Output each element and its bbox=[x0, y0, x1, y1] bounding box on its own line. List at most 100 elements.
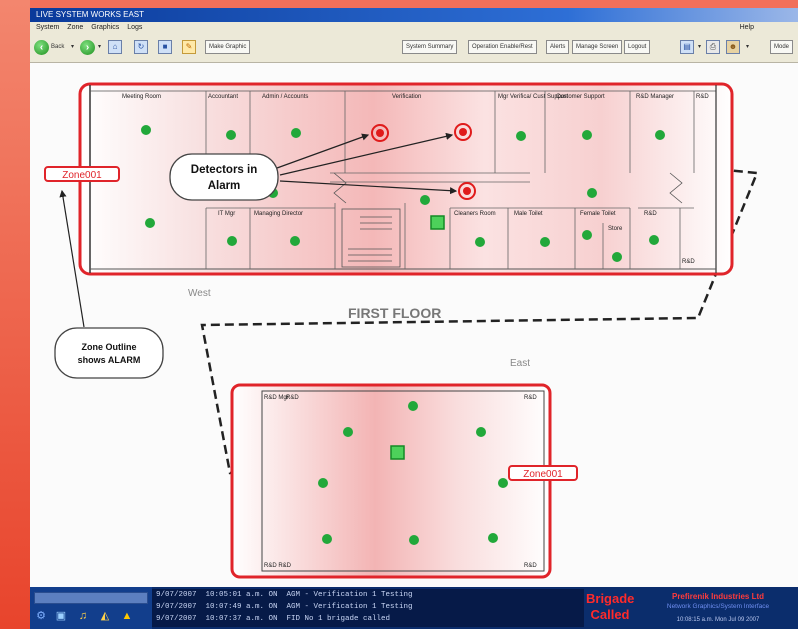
detector-icon[interactable] bbox=[322, 534, 332, 544]
room-label: R&D bbox=[644, 211, 657, 217]
room-label: R&D bbox=[524, 395, 537, 401]
menu-graphics[interactable]: Graphics bbox=[91, 22, 119, 34]
room-label: Female Toilet bbox=[580, 211, 616, 217]
detector-icon[interactable] bbox=[145, 218, 155, 228]
manual-call-point-icon[interactable] bbox=[390, 445, 405, 460]
detector-icon[interactable] bbox=[318, 478, 328, 488]
make-graphic-button[interactable]: Make Graphic bbox=[205, 40, 251, 54]
detector-icon[interactable] bbox=[343, 427, 353, 437]
detector-icon[interactable] bbox=[420, 195, 430, 205]
detector-icon[interactable] bbox=[226, 130, 236, 140]
alarm-bell-icon[interactable]: ♫ bbox=[76, 609, 90, 623]
manage-screen-button[interactable]: Manage Screen bbox=[572, 40, 623, 54]
system-subtitle: Network Graphics/System Interface bbox=[666, 603, 770, 610]
room-label: Verification bbox=[392, 94, 421, 100]
brigade-status: Brigade Called bbox=[586, 591, 634, 623]
room-label: Managing Director bbox=[254, 211, 303, 217]
room-label: R&D bbox=[524, 563, 537, 569]
east-label: East bbox=[510, 358, 530, 369]
detector-icon[interactable] bbox=[655, 130, 665, 140]
system-summary-button[interactable]: System Summary bbox=[402, 40, 458, 54]
refresh-icon[interactable]: ↻ bbox=[134, 40, 148, 54]
event-log: 9/07/2007 10:05:01 a.m. ON AGM - Verific… bbox=[152, 589, 584, 627]
room-label: Meeting Room bbox=[122, 94, 161, 100]
room-label: R&D bbox=[286, 395, 299, 401]
room-label: R&D Mgr bbox=[264, 395, 289, 401]
west-label: West bbox=[188, 288, 211, 299]
zone-label-text: Zone001 bbox=[523, 469, 563, 480]
room-label: Admin / Accounts bbox=[262, 94, 308, 100]
room-label: Customer Support bbox=[556, 94, 605, 100]
status-controls: ⚙ ▣ ♫ ◭ ▲ bbox=[30, 587, 152, 629]
menu-bar: System Zone Graphics Logs Help bbox=[30, 22, 798, 34]
detector-icon[interactable] bbox=[290, 236, 300, 246]
detector-icon[interactable] bbox=[291, 128, 301, 138]
room-label: Male Toilet bbox=[514, 211, 543, 217]
detector-icon[interactable] bbox=[475, 237, 485, 247]
room-label: IT Mgr bbox=[218, 211, 235, 217]
zone-outline-callout bbox=[54, 327, 164, 379]
room-label: Accountant bbox=[208, 94, 238, 100]
callout-text: Detectors in bbox=[191, 164, 257, 176]
forward-arrow-icon[interactable]: › bbox=[80, 40, 95, 55]
detector-icon[interactable] bbox=[582, 130, 592, 140]
detector-icon[interactable] bbox=[612, 252, 622, 262]
log-line[interactable]: 9/07/2007 10:05:01 a.m. ON AGM - Verific… bbox=[152, 589, 584, 601]
callout-text: shows ALARM bbox=[78, 355, 141, 365]
page-icon[interactable]: ▤ bbox=[680, 40, 694, 54]
logout-button[interactable]: Logout bbox=[624, 40, 651, 54]
back-arrow-icon[interactable]: ‹ bbox=[34, 40, 49, 55]
detector-icon[interactable] bbox=[227, 236, 237, 246]
detector-icon[interactable] bbox=[141, 125, 151, 135]
menu-zone[interactable]: Zone bbox=[67, 22, 83, 34]
forward-dropdown-icon[interactable]: ▾ bbox=[98, 40, 101, 54]
settings-icon[interactable]: ⚙ bbox=[34, 609, 48, 623]
callout-text: Alarm bbox=[208, 180, 241, 192]
page-dropdown-icon[interactable]: ▾ bbox=[698, 40, 701, 54]
mode-button[interactable]: Mode bbox=[770, 40, 794, 54]
print-icon[interactable]: ⎙ bbox=[706, 40, 720, 54]
back-label[interactable]: Back bbox=[51, 40, 64, 54]
users-dropdown-icon[interactable]: ▾ bbox=[746, 40, 749, 54]
menu-system[interactable]: System bbox=[36, 22, 59, 34]
menu-logs[interactable]: Logs bbox=[127, 22, 142, 34]
toolbar: ‹ Back ▾ › ▾ ⌂ ↻ ■ ✎ Make Graphic System… bbox=[30, 34, 798, 63]
log-line[interactable]: 9/07/2007 10:07:37 a.m. ON FID No 1 brig… bbox=[152, 613, 584, 625]
detector-icon[interactable] bbox=[516, 131, 526, 141]
monitor-icon[interactable]: ▣ bbox=[54, 609, 68, 623]
operation-enable-button[interactable]: Operation Enable/Rest bbox=[468, 40, 537, 54]
users-icon[interactable]: ☻ bbox=[726, 40, 740, 54]
detector-icon[interactable] bbox=[582, 230, 592, 240]
silence-icon[interactable]: ◭ bbox=[98, 609, 112, 623]
back-dropdown-icon[interactable]: ▾ bbox=[71, 40, 74, 54]
zone-label-text: Zone001 bbox=[62, 170, 102, 181]
room-label: Store bbox=[608, 226, 623, 232]
detector-icon[interactable] bbox=[409, 535, 419, 545]
detector-icon[interactable] bbox=[498, 478, 508, 488]
log-line[interactable]: 9/07/2007 10:07:49 a.m. ON AGM - Verific… bbox=[152, 601, 584, 613]
zone-icon[interactable]: ✎ bbox=[182, 40, 196, 54]
manual-call-point-icon[interactable] bbox=[430, 215, 445, 230]
detector-icon[interactable] bbox=[476, 427, 486, 437]
floor-plan: Meeting Room Accountant Admin / Accounts… bbox=[44, 82, 759, 579]
menu-help[interactable]: Help bbox=[740, 22, 754, 34]
detector-icon[interactable] bbox=[649, 235, 659, 245]
detector-icon[interactable] bbox=[488, 533, 498, 543]
detector-icon[interactable] bbox=[587, 188, 597, 198]
detector-icon[interactable] bbox=[540, 237, 550, 247]
alerts-button[interactable]: Alerts bbox=[546, 40, 570, 54]
home-icon[interactable]: ⌂ bbox=[108, 40, 122, 54]
brigade-text: Brigade bbox=[586, 591, 635, 606]
company-name: Prefirenik Industries Ltd bbox=[671, 592, 765, 601]
room-label: R&D bbox=[682, 259, 695, 265]
clock: 10:08:15 a.m. Mon Jul 09 2007 bbox=[676, 617, 760, 623]
window-title: LIVE SYSTEM WORKS EAST bbox=[30, 8, 798, 22]
callout-text: Zone Outline bbox=[82, 342, 137, 352]
stop-icon[interactable]: ■ bbox=[158, 40, 172, 54]
status-input[interactable] bbox=[34, 592, 148, 604]
floor-title: FIRST FLOOR bbox=[348, 305, 441, 321]
detector-icon[interactable] bbox=[408, 401, 418, 411]
app-window: LIVE SYSTEM WORKS EAST System Zone Graph… bbox=[30, 8, 798, 629]
detectors-callout bbox=[169, 153, 279, 201]
warning-icon[interactable]: ▲ bbox=[120, 609, 134, 623]
